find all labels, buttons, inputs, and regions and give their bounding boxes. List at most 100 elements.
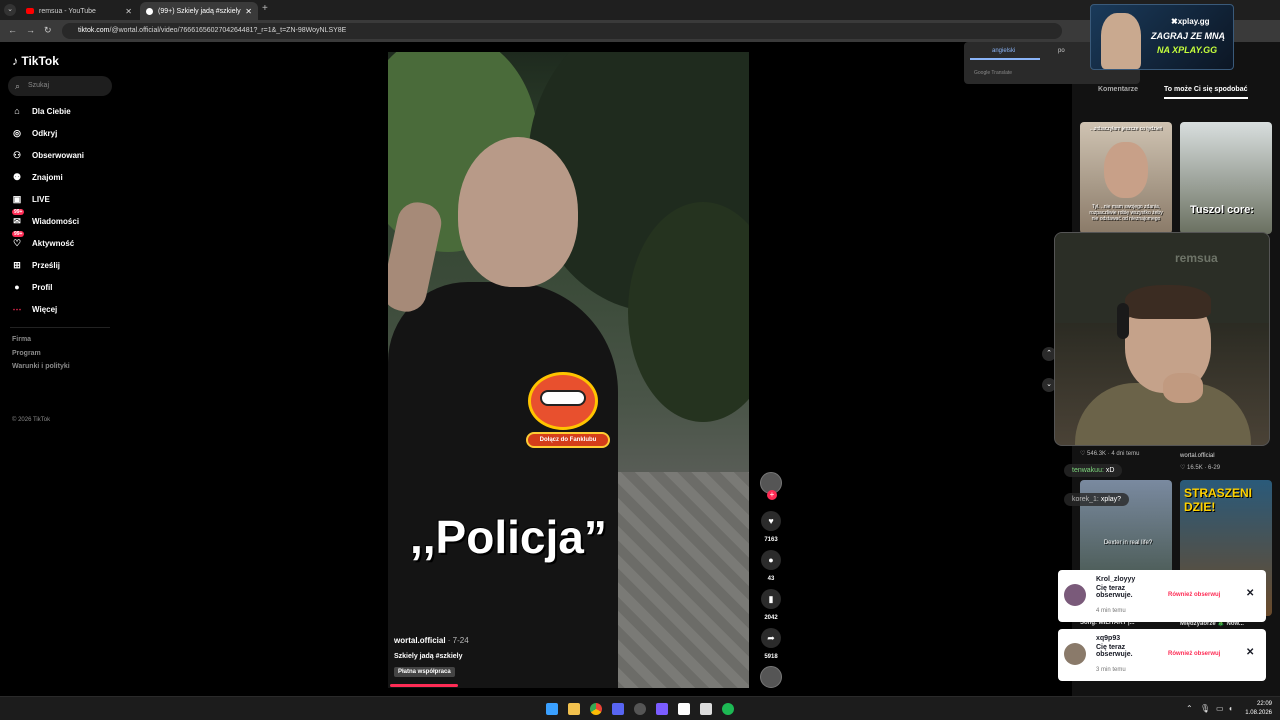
follow-back-button[interactable]: Również obserwuj	[1168, 592, 1220, 598]
comment-icon[interactable]: ●	[761, 550, 781, 570]
close-icon[interactable]: ✕	[1246, 588, 1254, 599]
volume-icon[interactable]: ◖	[1228, 704, 1233, 713]
mic-icon[interactable]: 🎙	[1200, 704, 1210, 713]
app-icon[interactable]	[656, 703, 668, 715]
streamer-hair	[1125, 285, 1211, 319]
ad-line: NA XPLAY.GG	[1157, 45, 1218, 55]
reload-icon[interactable]: ↻	[44, 25, 52, 36]
clock[interactable]: 22:09 1.08.2026	[1240, 700, 1272, 718]
footer-link-program[interactable]: Program	[12, 350, 41, 357]
sidebar-item-upload[interactable]: ⊞ Prześlij	[10, 260, 60, 271]
thumb-caption: Dexter in real life?	[1103, 540, 1153, 546]
obs-icon[interactable]	[634, 703, 646, 715]
video-author[interactable]: wortal.official · 7-24	[394, 636, 469, 645]
sidebar-item-friends[interactable]: ⚉ Znajomi	[10, 172, 63, 183]
xplay-ad-overlay: ✖xplay.gg ZAGRAJ ZE MNĄ NA XPLAY.GG	[1090, 4, 1234, 70]
upload-icon: ⊞	[13, 260, 21, 270]
sidebar-item-live[interactable]: ▣ LIVE	[10, 194, 50, 205]
more-icon: ⋯	[12, 304, 22, 314]
thumb-caption: ...zobaczyłam jeszcze co tydzień	[1089, 126, 1163, 132]
headset-icon	[1117, 303, 1129, 339]
sidebar-item-following[interactable]: ⚇ Obserwowani	[10, 150, 84, 161]
sidebar-item-activity[interactable]: ♡ 99+ Aktywność	[10, 231, 74, 249]
join-fanclub-button[interactable]: Dołącz do Fanklubu	[526, 432, 610, 448]
comment-count: 43	[767, 576, 775, 582]
share-count: 5918	[764, 654, 778, 660]
sidebar-item-profile[interactable]: ● Profil	[10, 282, 52, 292]
tiktok-logo[interactable]: ♪ TikTok	[12, 54, 59, 68]
tab-comments[interactable]: Komentarze	[1098, 86, 1138, 93]
chevron-up-icon[interactable]: ⌃	[1186, 704, 1193, 713]
close-tab-icon[interactable]: ✕	[245, 7, 252, 16]
sidebar-item-for-you[interactable]: ⌂ Dla Ciebie	[10, 106, 70, 116]
suggested-video-thumb[interactable]: Tuszol core:	[1180, 122, 1272, 234]
like-icon[interactable]: ♥	[761, 511, 781, 531]
video-progress-bar[interactable]	[390, 684, 458, 687]
footer-link-terms[interactable]: Warunki i polityki	[12, 363, 70, 370]
tab-tiktok[interactable]: (99+) Szkiely jadą #szkiely ✕	[140, 2, 258, 20]
lang-polish-tab[interactable]: po	[1058, 48, 1065, 54]
discord-icon[interactable]	[612, 703, 624, 715]
forward-icon[interactable]: →	[26, 25, 35, 35]
windows-taskbar: ⌃ 🎙 ▭ ◖ 22:09 1.08.2026	[0, 696, 1280, 720]
compass-icon: ◎	[13, 128, 21, 138]
avatar	[1064, 643, 1086, 665]
close-icon[interactable]: ✕	[1246, 647, 1254, 658]
sidebar-item-explore[interactable]: ◎ Odkryj	[10, 128, 57, 139]
new-tab-button[interactable]: +	[262, 3, 268, 14]
message-icon: ✉ 99+	[12, 209, 25, 226]
file-explorer-icon[interactable]	[568, 703, 580, 715]
epic-games-icon[interactable]	[678, 703, 690, 715]
tab-suggestions[interactable]: To może Ci się spodobać	[1164, 86, 1248, 99]
lang-english-tab[interactable]: angielski	[992, 48, 1015, 54]
video-author[interactable]: wortal.official	[1180, 453, 1215, 459]
ad-person	[1101, 13, 1141, 69]
notification-text: Cię teraz obserwuje.	[1096, 585, 1133, 599]
divider	[10, 327, 110, 328]
streamer-hand	[1163, 373, 1203, 403]
music-disc-icon[interactable]	[760, 666, 782, 688]
follow-notification[interactable]: Krol_zloyyy Cię teraz obserwuje. 4 min t…	[1058, 570, 1266, 622]
friends-icon: ⚉	[12, 172, 22, 182]
spotify-icon[interactable]	[722, 703, 734, 715]
chrome-icon[interactable]	[590, 703, 602, 715]
network-icon[interactable]: ▭	[1216, 704, 1224, 713]
sidebar-item-more[interactable]: ⋯ Więcej	[10, 304, 58, 315]
copyright: © 2026 TikTok	[12, 417, 51, 423]
follow-plus-icon[interactable]: +	[767, 490, 777, 500]
cam-brand-sign: remsua	[1175, 251, 1218, 265]
notification-username: xq9p93	[1096, 635, 1121, 642]
tab-search-icon[interactable]: ⌄	[4, 4, 16, 16]
share-icon[interactable]: ➦	[761, 628, 781, 648]
active-lang-underline	[970, 58, 1040, 60]
video-player[interactable]: Dołącz do Fanklubu ,,Policja” wortal.off…	[388, 52, 749, 688]
chat-message: korek_1: xplay?	[1064, 493, 1130, 506]
thumb-caption: Tyl. ..nie mam swojego zdania, rozpaczli…	[1089, 204, 1163, 222]
chat-message: tenwakuu: xD	[1064, 464, 1123, 477]
url-field[interactable]: tiktok.com/@wortal.official/video/766616…	[62, 23, 1062, 39]
sidebar: ♪ TikTok ⌕ Szukaj ⌂ Dla Ciebie ◎ Odkryj ⚇ O…	[0, 42, 120, 696]
person-head	[458, 137, 578, 287]
home-icon: ⌂	[14, 106, 20, 116]
mascot-goggles	[540, 390, 586, 406]
follow-back-button[interactable]: Również obserwuj	[1168, 651, 1220, 657]
profile-avatar-icon: ●	[14, 282, 20, 292]
sidebar-item-messages[interactable]: ✉ 99+ Wiadomości	[10, 209, 79, 227]
google-translate-label: Google Translate	[974, 70, 1013, 76]
tab-youtube[interactable]: remsua - YouTube ✕	[20, 2, 138, 20]
tab-label: (99+) Szkiely jadą #szkiely	[158, 7, 241, 15]
user-follow-icon: ⚇	[12, 150, 22, 160]
follow-notification[interactable]: xq9p93 Cię teraz obserwuje. 3 min temu R…	[1058, 629, 1266, 681]
notification-text: Cię teraz obserwuje.	[1096, 644, 1133, 658]
suggested-video-thumb[interactable]: ...zobaczyłam jeszcze co tydzień Tyl. ..…	[1080, 122, 1172, 234]
back-icon[interactable]: ←	[8, 25, 17, 35]
live-icon: ▣	[12, 194, 22, 204]
notepad-icon[interactable]	[700, 703, 712, 715]
close-tab-icon[interactable]: ✕	[125, 7, 132, 16]
video-meta: ♡ 16.5K · 6-29	[1180, 465, 1221, 471]
bookmark-icon[interactable]: ▮	[761, 589, 781, 609]
footer-link-company[interactable]: Firma	[12, 336, 31, 343]
search-input[interactable]: ⌕ Szukaj	[8, 76, 112, 96]
activity-icon: ♡ 99+	[12, 231, 25, 248]
windows-start-icon[interactable]	[546, 703, 558, 715]
